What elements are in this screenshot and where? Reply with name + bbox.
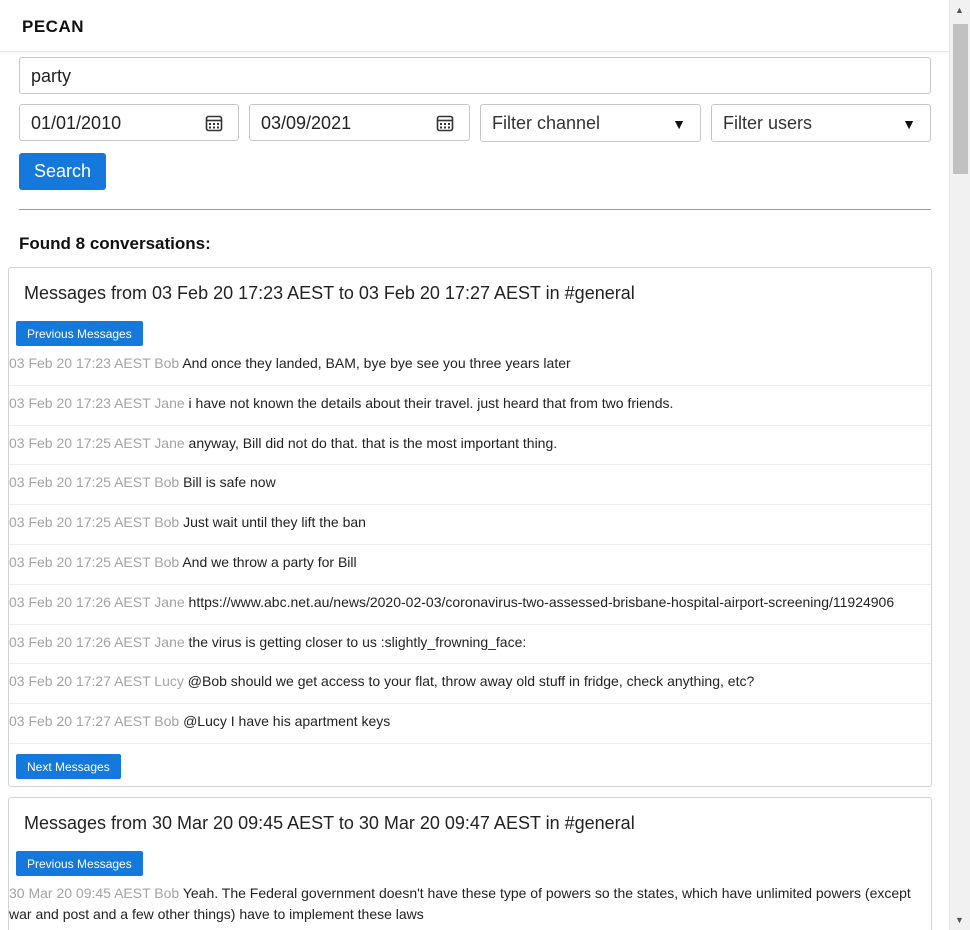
message-meta: 03 Feb 20 17:25 AEST Bob [9, 474, 180, 491]
message-meta: 03 Feb 20 17:26 AEST Jane [9, 633, 185, 650]
message-text: And we throw a party for Bill [182, 553, 357, 570]
message-text: @Bob should we get access to your flat, … [187, 673, 755, 690]
message-row: 03 Feb 20 17:25 AEST Jane anyway, Bill d… [9, 426, 931, 466]
conversation-card: Messages from 30 Mar 20 09:45 AEST to 30… [8, 797, 932, 930]
message-row: 03 Feb 20 17:25 AEST Bob And we throw a … [9, 545, 931, 585]
users-filter-select[interactable]: Filter users ▼ [711, 104, 931, 142]
scrollbar-thumb[interactable] [953, 24, 968, 174]
date-to-value: 03/09/2021 [261, 113, 352, 133]
message-row: 03 Feb 20 17:27 AEST Bob @Lucy I have hi… [9, 704, 931, 744]
date-to-field[interactable]: 03/09/2021 [249, 104, 470, 141]
date-from-field[interactable]: 01/01/2010 [19, 104, 239, 141]
previous-messages-button[interactable]: Previous Messages [16, 321, 143, 346]
scroll-down-arrow-icon[interactable]: ▼ [955, 915, 964, 925]
scroll-up-arrow-icon[interactable]: ▲ [955, 5, 964, 15]
date-from-value: 01/01/2010 [31, 113, 122, 133]
search-button[interactable]: Search [19, 153, 106, 190]
message-text: Just wait until they lift the ban [183, 514, 366, 531]
message-row: 03 Feb 20 17:27 AEST Lucy @Bob should we… [9, 664, 931, 705]
message-meta: 03 Feb 20 17:23 AEST Bob [9, 355, 180, 371]
message-row: 03 Feb 20 17:25 AEST Bob Bill is safe no… [9, 465, 931, 506]
message-meta: 03 Feb 20 17:25 AEST Bob [9, 553, 180, 570]
next-messages-button[interactable]: Next Messages [16, 754, 121, 779]
message-meta: 03 Feb 20 17:25 AEST Bob [9, 514, 180, 531]
message-text: i have not known the details about their… [188, 394, 674, 411]
divider [19, 209, 931, 210]
conversation-title: Messages from 03 Feb 20 17:23 AEST to 03… [24, 283, 635, 303]
search-input-value: party [31, 66, 72, 86]
app-title: PECAN [22, 17, 85, 36]
message-meta: 03 Feb 20 17:27 AEST Bob [9, 713, 180, 730]
message-row: 03 Feb 20 17:26 AEST Jane https://www.ab… [9, 585, 931, 625]
caret-down-icon: ▼ [672, 116, 686, 132]
conversation-card: Messages from 03 Feb 20 17:23 AEST to 03… [8, 267, 932, 787]
message-meta: 03 Feb 20 17:25 AEST Jane [9, 434, 185, 451]
message-list: 03 Feb 20 17:23 AEST Bob And once they l… [9, 346, 931, 744]
message-text: And once they landed, BAM, bye bye see y… [182, 355, 571, 371]
previous-messages-button[interactable]: Previous Messages [16, 851, 143, 876]
message-list: 30 Mar 20 09:45 AEST Bob Yeah. The Feder… [9, 876, 931, 925]
message-row: 30 Mar 20 09:45 AEST Bob Yeah. The Feder… [9, 876, 931, 925]
caret-down-icon: ▼ [902, 116, 916, 132]
app-page: PECAN party 01/01/2010 03/09/2021 Filter… [0, 0, 949, 930]
message-row: 03 Feb 20 17:25 AEST Bob Just wait until… [9, 505, 931, 545]
message-link[interactable]: https://www.abc.net.au/news/2020-02-03/c… [189, 594, 895, 610]
message-row: 03 Feb 20 17:23 AEST Bob And once they l… [9, 346, 931, 386]
message-meta: 03 Feb 20 17:23 AEST Jane [9, 394, 185, 411]
calendar-icon[interactable] [205, 114, 223, 132]
message-meta: 03 Feb 20 17:26 AEST Jane [9, 593, 185, 610]
calendar-icon[interactable] [436, 114, 454, 132]
results-summary: Found 8 conversations: [19, 234, 211, 253]
search-input[interactable]: party [19, 57, 931, 94]
message-meta: 03 Feb 20 17:27 AEST Lucy [9, 673, 184, 690]
message-meta: 30 Mar 20 09:45 AEST Bob [9, 885, 180, 901]
channel-filter-placeholder: Filter channel [492, 113, 601, 133]
vertical-scrollbar[interactable]: ▲ ▼ [949, 0, 970, 930]
message-row: 03 Feb 20 17:26 AEST Jane the virus is g… [9, 625, 931, 665]
conversation-title: Messages from 30 Mar 20 09:45 AEST to 30… [24, 813, 635, 833]
channel-filter-select[interactable]: Filter channel ▼ [480, 104, 701, 142]
app-header: PECAN [0, 0, 949, 52]
message-text: Bill is safe now [183, 474, 276, 491]
message-text: anyway, Bill did not do that. that is th… [188, 434, 558, 451]
message-text: the virus is getting closer to us :sligh… [188, 633, 527, 650]
users-filter-placeholder: Filter users [723, 113, 813, 133]
message-text: @Lucy I have his apartment keys [183, 713, 391, 730]
message-row: 03 Feb 20 17:23 AEST Jane i have not kno… [9, 386, 931, 426]
